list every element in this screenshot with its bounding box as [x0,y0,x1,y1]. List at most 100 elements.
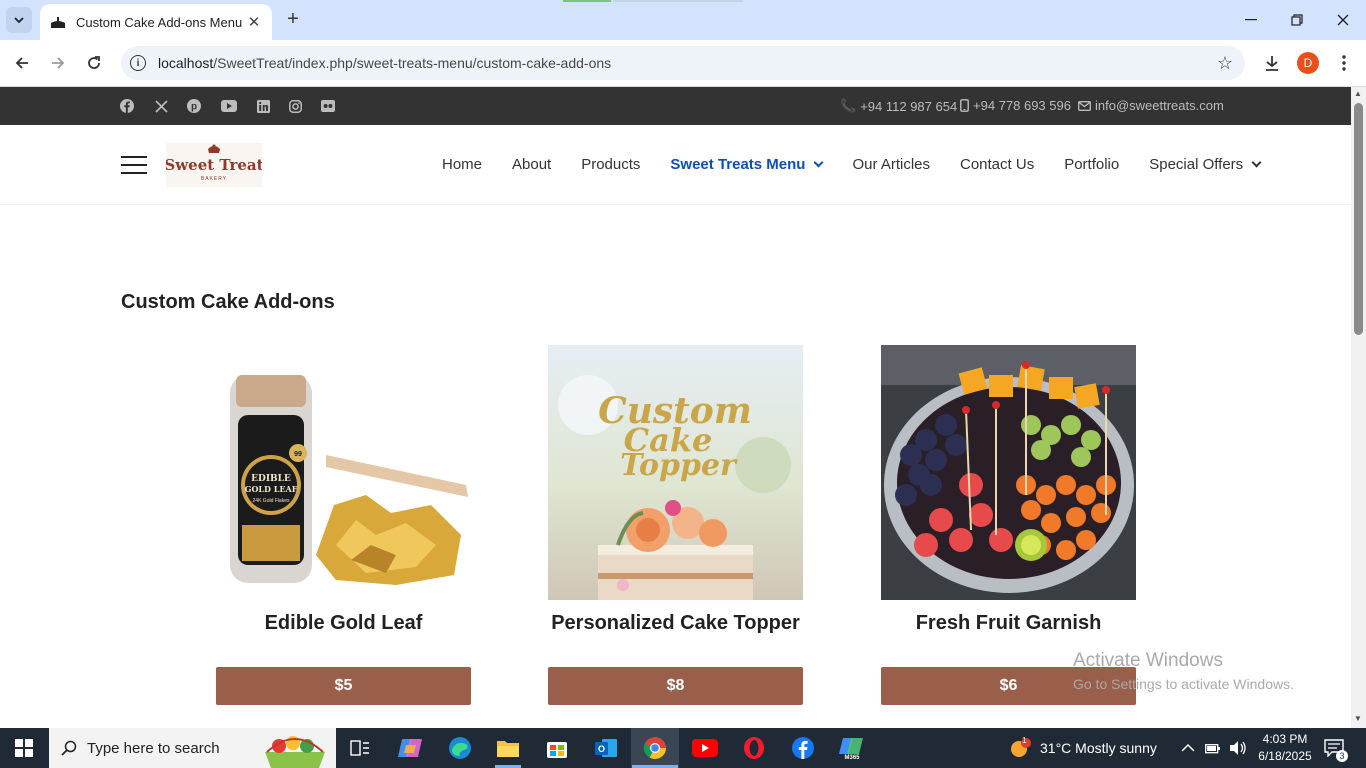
mobile-contact[interactable]: +94 778 693 596 [960,98,1071,113]
arrow-right-icon [52,57,65,69]
browser-menu-button[interactable] [1331,50,1357,76]
clock-date: 6/18/2025 [1258,749,1312,763]
logo-sub: BAKERY [201,176,227,182]
notification-count: 3 [1336,750,1348,762]
restore-button[interactable] [1274,6,1320,34]
weather-badge: 1 [1022,736,1027,745]
tab-close-icon[interactable]: ✕ [246,13,262,31]
browser-tab-strip: Custom Cake Add-ons Menu ✕ + [0,0,1366,40]
close-window-button[interactable] [1320,6,1366,34]
nav-portfolio-label: Portfolio [1064,156,1120,173]
chevron-up-icon[interactable] [1181,743,1195,753]
site-logo[interactable]: Sweet Treat BAKERY [164,143,264,187]
nav-home[interactable]: Home [442,156,482,173]
weather-text: 31°C Mostly sunny [1040,740,1157,756]
edge-app[interactable] [446,734,474,762]
svg-text:p: p [191,102,197,113]
product-name[interactable]: Personalized Cake Topper [548,612,803,636]
site-info-icon[interactable]: i [130,55,146,71]
nav-sweet-treats-menu-label: Sweet Treats Menu [670,156,806,173]
file-explorer-app[interactable] [494,734,522,762]
nav-portfolio[interactable]: Portfolio [1064,156,1119,173]
microsoft-store-app[interactable] [543,734,571,762]
copilot-app[interactable] [396,734,424,762]
youtube-app[interactable] [691,734,719,762]
price-button[interactable]: $5 [216,667,471,705]
facebook-icon[interactable] [119,98,135,114]
forward-button[interactable] [44,49,72,77]
chrome-app[interactable] [641,734,669,762]
phone-icon: 📞 [840,98,857,113]
instagram-icon[interactable] [287,98,303,114]
main-nav: Home About Products Sweet Treats Menu Ou… [442,156,1290,173]
watermark-title: Activate Windows [1073,650,1223,671]
tray-icons [1181,728,1247,768]
page-viewport: p 📞 +94 112 987 654 +94 778 693 596 info@… [0,87,1351,728]
product-image-cake-topper[interactable]: Custom Cake Topper [548,345,803,600]
product-name[interactable]: Edible Gold Leaf [216,612,471,636]
download-button[interactable] [1259,50,1285,76]
tab-strip-accent-2 [613,0,743,2]
m365-app[interactable]: M365 [838,734,866,762]
store-icon [547,742,567,758]
nav-our-articles[interactable]: Our Articles [852,156,930,173]
opera-app[interactable] [740,734,768,762]
nav-contact-us[interactable]: Contact Us [960,156,1034,173]
back-button[interactable] [8,49,36,77]
task-view-button[interactable] [346,734,374,762]
address-bar[interactable]: i localhost/SweetTreat/index.php/sweet-t… [121,46,1245,80]
scroll-thumb[interactable] [1354,103,1363,335]
email-contact[interactable]: info@sweettreats.com [1078,98,1224,113]
browser-tab-active[interactable]: Custom Cake Add-ons Menu ✕ [40,4,272,40]
nav-about[interactable]: About [512,156,551,173]
tab-search-button[interactable] [6,7,32,33]
profile-avatar[interactable]: D [1297,52,1319,74]
nav-products[interactable]: Products [581,156,640,173]
svg-text:GOLD LEAF: GOLD LEAF [245,484,298,494]
taskbar-search[interactable]: Type here to search [49,728,336,768]
nav-special-offers[interactable]: Special Offers [1149,156,1262,173]
weather-widget[interactable]: 1 31°C Mostly sunny [1008,728,1157,768]
linkedin-icon[interactable] [255,98,271,114]
outlook-icon: O [595,739,617,757]
youtube-icon[interactable] [221,98,237,114]
nav-special-offers-label: Special Offers [1149,156,1244,173]
contact-topbar: p 📞 +94 112 987 654 +94 778 693 596 info@… [0,87,1351,125]
nav-sweet-treats-menu[interactable]: Sweet Treats Menu [670,156,824,173]
facebook-app[interactable] [789,734,817,762]
pinterest-icon[interactable]: p [186,98,202,114]
outlook-app[interactable]: O [592,734,620,762]
page-scrollbar[interactable]: ▲ ▼ [1351,87,1366,728]
battery-icon[interactable] [1205,742,1221,754]
scroll-up-arrow-icon[interactable]: ▲ [1354,89,1362,98]
notification-center[interactable]: 3 [1324,728,1348,768]
chrome-icon [643,737,666,759]
start-button[interactable] [0,728,48,768]
system-clock[interactable]: 4:03 PM 6/18/2025 [1255,731,1315,765]
weather-sunny-icon [1011,738,1031,757]
minimize-button[interactable] [1228,6,1274,34]
windows-logo-icon [15,739,33,757]
product-image-fruit-garnish[interactable] [881,345,1136,600]
phone-contact[interactable]: 📞 +94 112 987 654 [840,98,957,114]
product-name[interactable]: Fresh Fruit Garnish [881,612,1136,636]
nav-products-label: Products [581,156,641,173]
nav-contact-us-label: Contact Us [960,156,1035,173]
url-path: /SweetTreat/index.php/sweet-treats-menu/… [213,55,612,71]
search-icon [61,740,77,756]
reload-button[interactable] [80,49,108,77]
watermark-subtitle: Go to Settings to activate Windows. [1073,676,1294,692]
x-icon[interactable] [153,98,169,114]
product-image-gold-leaf[interactable]: EDIBLE GOLD LEAF 24K Gold Flakes 99 [216,345,471,600]
volume-icon[interactable] [1229,740,1247,756]
nav-our-articles-label: Our Articles [852,156,930,173]
bookmark-star-icon[interactable]: ☆ [1217,53,1233,74]
svg-text:EDIBLE: EDIBLE [251,474,291,484]
flickr-icon[interactable] [320,98,336,114]
price-button[interactable]: $8 [548,667,803,705]
hamburger-menu-icon[interactable] [121,156,147,174]
scroll-down-arrow-icon[interactable]: ▼ [1354,714,1362,723]
new-tab-button[interactable]: + [282,8,304,32]
chevron-down-icon [814,157,824,168]
mobile-phone-icon [960,99,969,112]
